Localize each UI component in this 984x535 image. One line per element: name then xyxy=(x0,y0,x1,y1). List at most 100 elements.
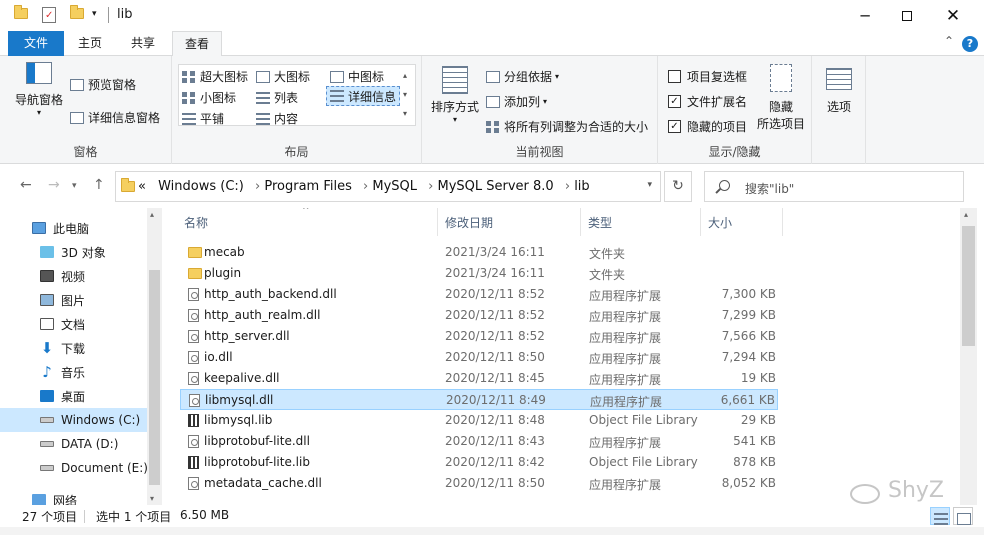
file-name: io.dll xyxy=(204,350,233,364)
nav-item-music[interactable]: ♪ 音乐 xyxy=(0,360,148,384)
file-name: metadata_cache.dll xyxy=(204,476,322,490)
file-date: 2020/12/11 8:42 xyxy=(445,455,545,469)
sort-button[interactable]: 排序方式 ▾ xyxy=(430,66,480,124)
layout-tiles[interactable]: 平铺 xyxy=(182,110,224,127)
up-arrow-icon[interactable]: ↑ xyxy=(93,177,105,193)
column-divider[interactable] xyxy=(700,208,701,236)
nav-item-downloads[interactable]: ⬇ 下载 xyxy=(0,336,148,360)
item-checkboxes-toggle[interactable]: 项目复选框 xyxy=(668,68,747,85)
column-header-name[interactable]: 名称 xyxy=(184,214,208,231)
file-row[interactable]: http_server.dll 2020/12/11 8:52 应用程序扩展 7,56… xyxy=(180,326,778,347)
nav-item-3d-objects[interactable]: 3D 对象 xyxy=(0,240,148,264)
file-row[interactable]: io.dll 2020/12/11 8:50 应用程序扩展 7,294 KB xyxy=(180,347,778,368)
column-divider[interactable] xyxy=(580,208,581,236)
tab-view[interactable]: 查看 xyxy=(172,31,222,57)
file-row[interactable]: http_auth_realm.dll 2020/12/11 8:52 应用程序扩展… xyxy=(180,305,778,326)
nav-item-documents[interactable]: 文档 xyxy=(0,312,148,336)
close-button[interactable]: ✕ xyxy=(930,0,976,31)
breadcrumb-item[interactable]: MySQL xyxy=(372,179,417,194)
address-bar[interactable]: « Windows (C:) › Program Files › MySQL ›… xyxy=(115,171,661,202)
nav-pane-button[interactable]: 导航窗格 ▾ xyxy=(14,62,64,117)
nav-item-document-e[interactable]: Document (E:) xyxy=(0,456,148,480)
hide-selected-button[interactable]: 隐藏 所选项目 xyxy=(756,64,806,132)
preview-pane-button[interactable]: 预览窗格 xyxy=(70,76,136,93)
help-icon[interactable]: ? xyxy=(962,36,978,52)
refresh-icon[interactable]: ↻ xyxy=(664,171,692,202)
file-row[interactable]: mecab 2021/3/24 16:11 文件夹 xyxy=(180,242,778,263)
file-size: 7,294 KB xyxy=(721,350,776,364)
properties-icon[interactable]: ✓ xyxy=(42,7,56,23)
quick-access-dropdown-icon[interactable]: ▾ xyxy=(92,9,106,23)
column-header-date[interactable]: 修改日期 xyxy=(445,214,493,231)
file-row[interactable]: http_auth_backend.dll 2020/12/11 8:52 应用程序… xyxy=(180,284,778,305)
status-separator xyxy=(84,510,85,523)
group-by-button[interactable]: 分组依据 ▾ xyxy=(486,68,559,85)
layout-content[interactable]: 内容 xyxy=(256,110,298,127)
recent-locations-icon[interactable]: ▾ xyxy=(72,181,77,191)
file-row[interactable]: metadata_cache.dll 2020/12/11 8:50 应用程序扩展 8… xyxy=(180,473,778,494)
hidden-items-toggle[interactable]: ✓ 隐藏的项目 xyxy=(668,118,747,135)
back-arrow-icon[interactable]: ← xyxy=(20,177,32,193)
nav-item-windows-c[interactable]: Windows (C:) xyxy=(0,408,148,432)
options-button[interactable]: 选项 xyxy=(818,68,860,115)
checkbox-checked[interactable]: ✓ xyxy=(668,95,681,108)
file-row[interactable]: libmysql.dll 2020/12/11 8:49 应用程序扩展 6,661 K… xyxy=(180,389,778,410)
layout-s-icons[interactable]: 小图标 xyxy=(182,89,236,106)
layout-list[interactable]: 列表 xyxy=(256,89,298,106)
computer-icon xyxy=(32,222,46,234)
column-header-type[interactable]: 类型 xyxy=(588,214,612,231)
file-extensions-toggle[interactable]: ✓ 文件扩展名 xyxy=(668,93,747,110)
nav-item-network[interactable]: 网络 xyxy=(0,488,148,505)
column-header-size[interactable]: 大小 xyxy=(708,214,732,231)
add-column-button[interactable]: 添加列 ▾ xyxy=(486,93,547,110)
dll-file-icon xyxy=(188,288,199,301)
checkbox-unchecked[interactable] xyxy=(668,70,681,83)
watermark-logo-icon xyxy=(850,484,880,504)
tab-home[interactable]: 主页 xyxy=(68,31,112,56)
tab-file[interactable]: 文件 xyxy=(8,31,64,56)
breadcrumb-item[interactable]: MySQL Server 8.0 xyxy=(437,179,553,194)
file-row[interactable]: keepalive.dll 2020/12/11 8:45 应用程序扩展 19 KB xyxy=(180,368,778,389)
minimize-button[interactable]: ─ xyxy=(842,0,888,31)
chevron-up-icon[interactable]: ⌃ xyxy=(944,34,954,48)
address-dropdown-icon[interactable]: ▾ xyxy=(647,180,652,190)
layout-xl-icons[interactable]: 超大图标 xyxy=(182,68,248,85)
file-row[interactable]: libmysql.lib 2020/12/11 8:48 Object File L… xyxy=(180,410,778,431)
nav-item-videos[interactable]: 视频 xyxy=(0,264,148,288)
new-folder-icon[interactable] xyxy=(70,5,84,22)
breadcrumb-overflow[interactable]: « xyxy=(138,179,146,194)
file-row[interactable]: plugin 2021/3/24 16:11 文件夹 xyxy=(180,263,778,284)
file-row[interactable]: libprotobuf-lite.lib 2020/12/11 8:42 Objec… xyxy=(180,452,778,473)
tab-share[interactable]: 共享 xyxy=(120,31,166,56)
layout-details[interactable]: 详细信息 xyxy=(326,86,401,106)
search-input[interactable]: 搜索"lib" xyxy=(704,171,964,202)
details-view-icon[interactable] xyxy=(930,507,950,525)
search-placeholder: 搜索"lib" xyxy=(745,182,795,196)
nav-item-data-d[interactable]: DATA (D:) xyxy=(0,432,148,456)
nav-item-desktop[interactable]: 桌面 xyxy=(0,384,148,408)
nav-label: 音乐 xyxy=(61,365,86,380)
column-divider[interactable] xyxy=(437,208,438,236)
checkbox-checked[interactable]: ✓ xyxy=(668,120,681,133)
breadcrumb-item[interactable]: Program Files xyxy=(264,179,352,194)
gallery-scroll-icon[interactable]: ▴ ▾ ▾ xyxy=(403,66,407,123)
forward-arrow-icon[interactable]: → xyxy=(48,177,60,193)
nav-item-pictures[interactable]: 图片 xyxy=(0,288,148,312)
maximize-button[interactable] xyxy=(884,0,930,31)
group-layout: 超大图标 大图标 中图标 小图标 列表 详细信息 平铺 内容 ▴ ▾ ▾ 布局 xyxy=(172,56,422,164)
breadcrumb-item[interactable]: Windows (C:) xyxy=(158,179,244,194)
breadcrumb-item[interactable]: lib xyxy=(574,179,589,194)
column-divider[interactable] xyxy=(782,208,783,236)
fit-columns-button[interactable]: 将所有列调整为合适的大小 xyxy=(486,118,648,135)
layout-l-icons[interactable]: 大图标 xyxy=(256,68,310,85)
file-date: 2020/12/11 8:52 xyxy=(445,308,545,322)
file-list-scrollbar-thumb[interactable] xyxy=(962,226,975,346)
nav-scrollbar-thumb[interactable] xyxy=(149,270,160,485)
layout-m-icons[interactable]: 中图标 xyxy=(330,68,384,85)
file-row[interactable]: libprotobuf-lite.dll 2020/12/11 8:43 应用程序扩… xyxy=(180,431,778,452)
network-icon xyxy=(32,494,46,505)
nav-item-this-pc[interactable]: 此电脑 xyxy=(0,216,148,240)
large-icons-view-icon[interactable] xyxy=(953,507,973,525)
details-pane-button[interactable]: 详细信息窗格 xyxy=(70,109,160,126)
file-size: 7,300 KB xyxy=(721,287,776,301)
